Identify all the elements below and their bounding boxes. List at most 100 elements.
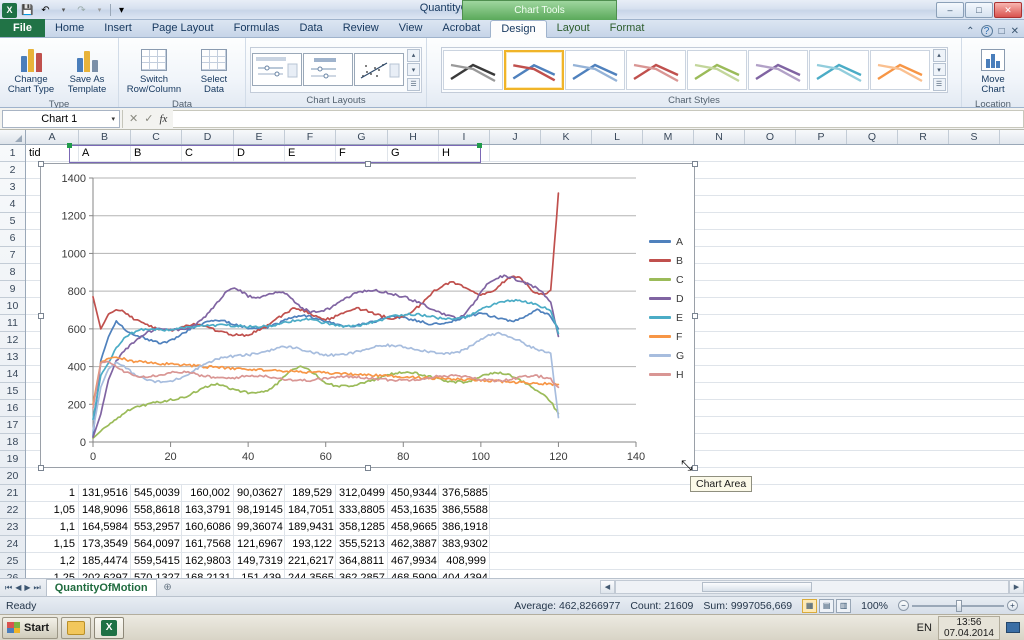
zoom-slider[interactable]: − + — [898, 599, 1018, 612]
cell-A21[interactable]: 1 — [26, 485, 79, 501]
sheet-nav-next-icon[interactable]: ▶ — [24, 583, 30, 593]
chart-object[interactable]: 0 200 400 600 800 1000 1200 1400 0 20 40 60 80 100 120… — [38, 161, 698, 471]
cell-H26[interactable]: 468,5909 — [388, 570, 439, 578]
cancel-formula-icon[interactable]: ✕ — [129, 112, 138, 125]
sheet-tab-quantityofmotion[interactable]: QuantityOfMotion — [45, 579, 157, 596]
close-workbook-icon[interactable]: ✕ — [1011, 26, 1019, 37]
column-header-M[interactable]: M — [643, 130, 694, 144]
gallery-scroll-down-icon[interactable]: ▾ — [407, 63, 420, 76]
row-header-24[interactable]: 24 — [0, 536, 25, 553]
legend-item-A[interactable]: A — [649, 232, 695, 251]
chart-styles-gallery[interactable]: ▴ ▾ ☰ — [440, 46, 948, 93]
cell-E21[interactable]: 90,03627 — [234, 485, 285, 501]
legend-item-H[interactable]: H — [649, 365, 695, 384]
taskbar-item-explorer[interactable] — [61, 616, 92, 639]
tab-layout[interactable]: Layout — [547, 19, 600, 37]
cell-B21[interactable]: 131,9516 — [79, 485, 131, 501]
network-icon[interactable] — [1006, 622, 1020, 633]
row-header-7[interactable]: 7 — [0, 247, 25, 264]
tab-insert[interactable]: Insert — [94, 19, 142, 37]
minimize-ribbon-icon[interactable]: ⌃ — [966, 26, 974, 37]
cell-C21[interactable]: 545,0039 — [131, 485, 182, 501]
tab-page-layout[interactable]: Page Layout — [142, 19, 224, 37]
row-header-2[interactable]: 2 — [0, 162, 25, 179]
table-row[interactable]: 1,05 148,9096 558,8618 163,3791 98,19145… — [26, 502, 1024, 519]
column-header-G[interactable]: G — [336, 130, 388, 144]
cell-I23[interactable]: 386,1918 — [439, 519, 490, 535]
tab-view[interactable]: View — [389, 19, 433, 37]
cell-F22[interactable]: 184,7051 — [285, 502, 336, 518]
view-normal-button[interactable]: ▦ — [802, 598, 818, 613]
row-header-19[interactable]: 19 — [0, 451, 25, 468]
chart-style-option-7[interactable] — [808, 49, 869, 90]
cell-F25[interactable]: 221,6217 — [285, 553, 336, 569]
cell-F21[interactable]: 189,529 — [285, 485, 336, 501]
cell-F24[interactable]: 193,122 — [285, 536, 336, 552]
name-box-dropdown-icon[interactable]: ▾ — [111, 115, 115, 123]
tab-home[interactable]: Home — [45, 19, 94, 37]
chart-styles-scroll[interactable]: ▴ ▾ ☰ — [932, 48, 946, 91]
row-header-4[interactable]: 4 — [0, 196, 25, 213]
view-page-break-button[interactable]: ▥ — [836, 598, 852, 613]
row-header-14[interactable]: 14 — [0, 366, 25, 383]
zoom-thumb[interactable] — [956, 599, 963, 612]
cell-C24[interactable]: 564,0097 — [131, 536, 182, 552]
chart-style-option-4[interactable] — [625, 49, 686, 90]
view-page-layout-button[interactable]: ▤ — [819, 598, 835, 613]
scroll-track[interactable] — [615, 579, 1009, 594]
restore-window-icon[interactable]: □ — [999, 26, 1005, 37]
chart-resize-handle-ne[interactable] — [692, 161, 698, 167]
scroll-left-button[interactable]: ◀ — [600, 579, 615, 594]
enter-formula-icon[interactable]: ✓ — [144, 112, 153, 125]
table-row[interactable]: 1,1 164,5984 553,2957 160,6086 99,36074 … — [26, 519, 1024, 536]
taskbar-item-excel[interactable]: X — [94, 616, 125, 639]
legend-item-C[interactable]: C — [649, 270, 695, 289]
sheet-nav-last-icon[interactable]: ⏭ — [34, 583, 41, 593]
row-header-22[interactable]: 22 — [0, 502, 25, 519]
tab-formulas[interactable]: Formulas — [224, 19, 290, 37]
row-header-12[interactable]: 12 — [0, 332, 25, 349]
chart-resize-handle-w[interactable] — [38, 313, 44, 319]
column-header-B[interactable]: B — [79, 130, 131, 144]
chart-layout-option[interactable] — [354, 53, 404, 86]
cell-E23[interactable]: 99,36074 — [234, 519, 285, 535]
cell-G24[interactable]: 355,5213 — [336, 536, 388, 552]
legend-item-F[interactable]: F — [649, 327, 695, 346]
zoom-level-label[interactable]: 100% — [861, 600, 888, 612]
styles-scroll-up-icon[interactable]: ▴ — [932, 48, 946, 62]
cell-H1[interactable]: G — [388, 145, 439, 161]
column-header-N[interactable]: N — [694, 130, 745, 144]
cell-G23[interactable]: 358,1285 — [336, 519, 388, 535]
row-header-9[interactable]: 9 — [0, 281, 25, 298]
row-header-17[interactable]: 17 — [0, 417, 25, 434]
sheet-nav-first-icon[interactable]: ⏮ — [5, 583, 12, 593]
scroll-thumb[interactable] — [702, 581, 812, 592]
cell-B23[interactable]: 164,5984 — [79, 519, 131, 535]
cell-D22[interactable]: 163,3791 — [182, 502, 234, 518]
row-header-20[interactable]: 20 — [0, 468, 25, 485]
formula-input[interactable] — [173, 109, 1024, 128]
gallery-scroll-up-icon[interactable]: ▴ — [407, 48, 420, 62]
zoom-out-button[interactable]: − — [898, 600, 909, 611]
table-row[interactable] — [26, 468, 1024, 485]
row-header-16[interactable]: 16 — [0, 400, 25, 417]
zoom-in-button[interactable]: + — [1007, 600, 1018, 611]
column-header-L[interactable]: L — [592, 130, 643, 144]
cell-C1[interactable]: B — [131, 145, 182, 161]
legend-item-D[interactable]: D — [649, 289, 695, 308]
cell-A25[interactable]: 1,2 — [26, 553, 79, 569]
cell-F23[interactable]: 189,9431 — [285, 519, 336, 535]
clock[interactable]: 13:56 07.04.2014 — [937, 615, 1000, 640]
insert-worksheet-icon[interactable]: ⊕ — [159, 580, 177, 595]
row-header-10[interactable]: 10 — [0, 298, 25, 315]
legend-item-B[interactable]: B — [649, 251, 695, 270]
sheet-nav-prev-icon[interactable]: ◀ — [15, 583, 21, 593]
styles-scroll-down-icon[interactable]: ▾ — [932, 63, 946, 76]
row-header-23[interactable]: 23 — [0, 519, 25, 536]
move-chart-button[interactable]: Move Chart — [966, 42, 1020, 99]
cell-I24[interactable]: 383,9302 — [439, 536, 490, 552]
chart-layouts-scroll[interactable]: ▴ ▾ ☰ — [407, 48, 420, 91]
minimize-button[interactable]: – — [936, 2, 964, 18]
cell-H23[interactable]: 458,9665 — [388, 519, 439, 535]
chart-layouts-gallery[interactable]: ▴ ▾ ☰ — [250, 46, 422, 93]
